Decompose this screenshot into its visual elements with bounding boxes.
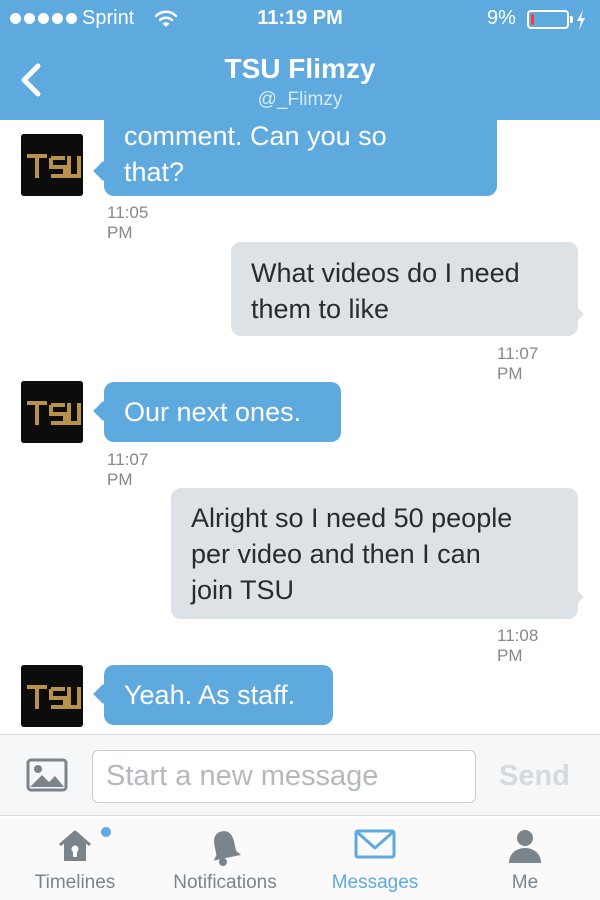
battery-level-fill: [531, 14, 534, 25]
tab-label: Timelines: [34, 872, 116, 893]
battery-icon: [527, 10, 569, 29]
message-text-line: that?: [124, 157, 185, 187]
tab-label: Notifications: [173, 872, 277, 893]
message-bubble[interactable]: Yeah. As staff.: [104, 665, 333, 725]
message-input[interactable]: [92, 750, 476, 803]
tab-label: Messages: [331, 872, 419, 893]
send-button[interactable]: Send: [499, 760, 570, 793]
message-bubble[interactable]: comment. Can you so that?: [104, 120, 497, 196]
tab-bar: Timelines Notifications Messages Me: [0, 817, 600, 900]
message-text-line: What videos do I need: [251, 258, 520, 288]
message-timestamp: 11:05 PM: [107, 203, 149, 242]
message-bubble[interactable]: Our next ones.: [104, 382, 341, 442]
envelope-icon: [354, 829, 396, 859]
conversation-header: Sprint 11:19 PM 9% TSU Flimzy @_Flimzy: [0, 0, 600, 120]
tsu-logo-icon: [21, 381, 83, 443]
conversation-handle: @_Flimzy: [257, 89, 343, 110]
sender-avatar[interactable]: [21, 134, 83, 196]
charging-bolt-icon: [575, 9, 587, 37]
status-bar: Sprint 11:19 PM 9%: [0, 0, 600, 40]
message-bubble[interactable]: Alright so I need 50 people per video an…: [171, 488, 578, 619]
conversation-title: TSU Flimzy: [224, 53, 376, 84]
notification-dot: [101, 827, 111, 837]
home-icon: [59, 830, 91, 861]
message-timestamp: 11:07 PM: [497, 344, 539, 383]
message-text-line: Yeah. As staff.: [124, 680, 296, 710]
tab-me[interactable]: Me: [450, 817, 600, 900]
tsu-logo-icon: [21, 134, 83, 196]
message-timestamp: 11:08 PM: [497, 626, 539, 665]
add-photo-button[interactable]: [26, 758, 68, 797]
tab-label: Me: [511, 872, 539, 893]
message-text-line: per video and then I can: [191, 539, 481, 569]
battery-percentage: 9%: [487, 7, 516, 29]
message-text-line: comment. Can you so: [124, 121, 387, 151]
message-bubble[interactable]: What videos do I need them to like: [231, 242, 578, 336]
battery-terminal: [570, 16, 573, 23]
message-text-line: them to like: [251, 294, 390, 324]
message-text-line: join TSU: [191, 575, 295, 605]
message-timestamp: 11:07 PM: [107, 450, 149, 489]
image-icon: [26, 758, 68, 792]
message-text-line: Alright so I need 50 people: [191, 503, 513, 533]
tab-messages[interactable]: Messages: [300, 817, 450, 900]
message-thread[interactable]: comment. Can you so that? 11:05 PM What …: [0, 120, 600, 734]
tab-notifications[interactable]: Notifications: [150, 817, 300, 900]
message-text-line: Our next ones.: [124, 397, 302, 427]
message-composer: Send: [0, 734, 600, 816]
tsu-logo-icon: [21, 665, 83, 727]
sender-avatar[interactable]: [21, 665, 83, 727]
bell-icon: [213, 831, 241, 866]
person-icon: [509, 830, 541, 863]
tab-timelines[interactable]: Timelines: [0, 817, 150, 900]
sender-avatar[interactable]: [21, 381, 83, 443]
